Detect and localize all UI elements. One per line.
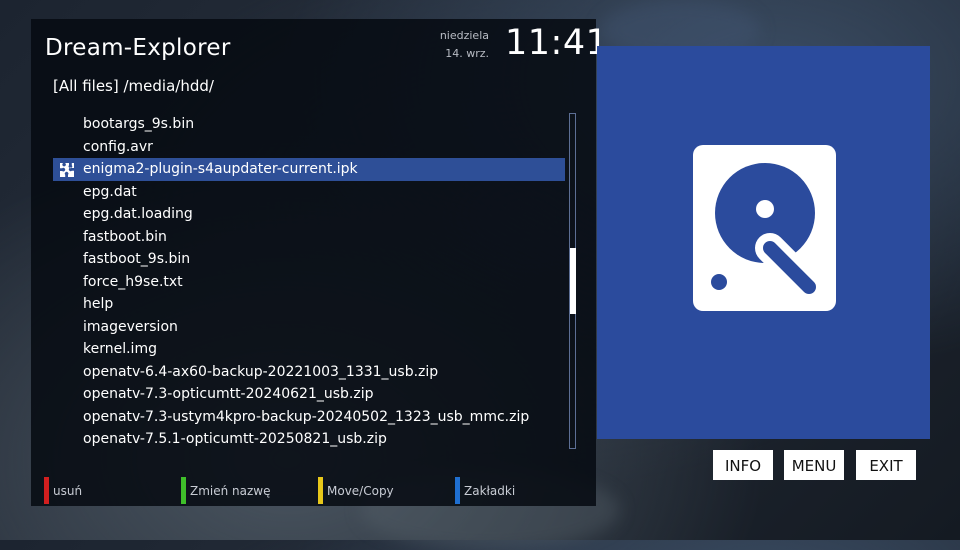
- current-path: [All files] /media/hdd/: [53, 77, 214, 95]
- file-list-item[interactable]: imageversion: [53, 316, 565, 339]
- info-button[interactable]: INFO: [713, 450, 773, 480]
- date-weekday: niedziela: [439, 29, 489, 42]
- green-key-indicator: [181, 477, 186, 504]
- scrollbar-thumb[interactable]: [570, 248, 576, 314]
- file-name: fastboot_9s.bin: [83, 251, 191, 267]
- file-list-item[interactable]: help: [53, 293, 565, 316]
- green-key-label: Zmień nazwę: [190, 484, 271, 498]
- file-name: epg.dat: [83, 183, 137, 200]
- file-list[interactable]: bootargs_9s.bin config.avr enigma2-plugin-…: [53, 113, 565, 451]
- file-browser-panel: Dream-Explorer niedziela 14. wrz. 11:41 …: [31, 19, 608, 506]
- file-name: help: [83, 296, 114, 312]
- puzzle-icon: [60, 163, 74, 177]
- file-name: force_h9se.txt: [83, 273, 183, 290]
- blue-key-label: Zakładki: [464, 484, 516, 498]
- file-name: imageversion: [83, 318, 178, 335]
- file-list-item[interactable]: openatv-7.5.1-opticumtt-20250821_usb.zip: [53, 428, 565, 451]
- file-name: openatv-7.3-ustym4kpro-backup-20240502_1…: [83, 408, 530, 425]
- blue-key-indicator: [455, 477, 460, 504]
- app-title: Dream-Explorer: [45, 35, 231, 61]
- red-key-indicator: [44, 477, 49, 504]
- date-day-month: 14. wrz.: [445, 47, 489, 60]
- file-name: config.avr: [83, 138, 153, 155]
- menu-button[interactable]: MENU: [784, 450, 844, 480]
- file-list-item[interactable]: fastboot_9s.bin: [53, 248, 565, 271]
- hard-drive-icon: [693, 145, 836, 311]
- file-list-item[interactable]: openatv-6.4-ax60-backup-20221003_1331_us…: [53, 361, 565, 384]
- red-key-label: usuń: [53, 484, 83, 498]
- yellow-key-label: Move/Copy: [327, 484, 394, 498]
- file-list-item[interactable]: bootargs_9s.bin: [53, 113, 565, 136]
- file-list-item[interactable]: enigma2-plugin-s4aupdater-current.ipk: [53, 158, 565, 181]
- file-list-item[interactable]: openatv-7.3-opticumtt-20240621_usb.zip: [53, 383, 565, 406]
- file-preview-pane: [597, 46, 930, 439]
- file-name: openatv-7.5.1-opticumtt-20250821_usb.zip: [83, 431, 387, 447]
- file-name: kernel.img: [83, 341, 157, 357]
- file-name: openatv-6.4-ax60-backup-20221003_1331_us…: [83, 363, 439, 380]
- file-list-item[interactable]: epg.dat.loading: [53, 203, 565, 226]
- file-list-item[interactable]: config.avr: [53, 136, 565, 159]
- yellow-key-indicator: [318, 477, 323, 504]
- file-name: fastboot.bin: [83, 228, 167, 245]
- file-name: epg.dat.loading: [83, 206, 193, 222]
- clock: 11:41: [505, 23, 609, 63]
- exit-button[interactable]: EXIT: [856, 450, 916, 480]
- file-name: enigma2-plugin-s4aupdater-current.ipk: [83, 161, 358, 177]
- file-list-item[interactable]: fastboot.bin: [53, 226, 565, 249]
- file-list-item[interactable]: kernel.img: [53, 338, 565, 361]
- file-list-item[interactable]: force_h9se.txt: [53, 271, 565, 294]
- file-list-item[interactable]: epg.dat: [53, 181, 565, 204]
- file-name: openatv-7.3-opticumtt-20240621_usb.zip: [83, 386, 374, 402]
- file-name: bootargs_9s.bin: [83, 116, 195, 132]
- file-list-item[interactable]: openatv-7.3-ustym4kpro-backup-20240502_1…: [53, 406, 565, 429]
- color-key-bar: usuń Zmień nazwę Move/Copy Zakładki: [31, 475, 596, 506]
